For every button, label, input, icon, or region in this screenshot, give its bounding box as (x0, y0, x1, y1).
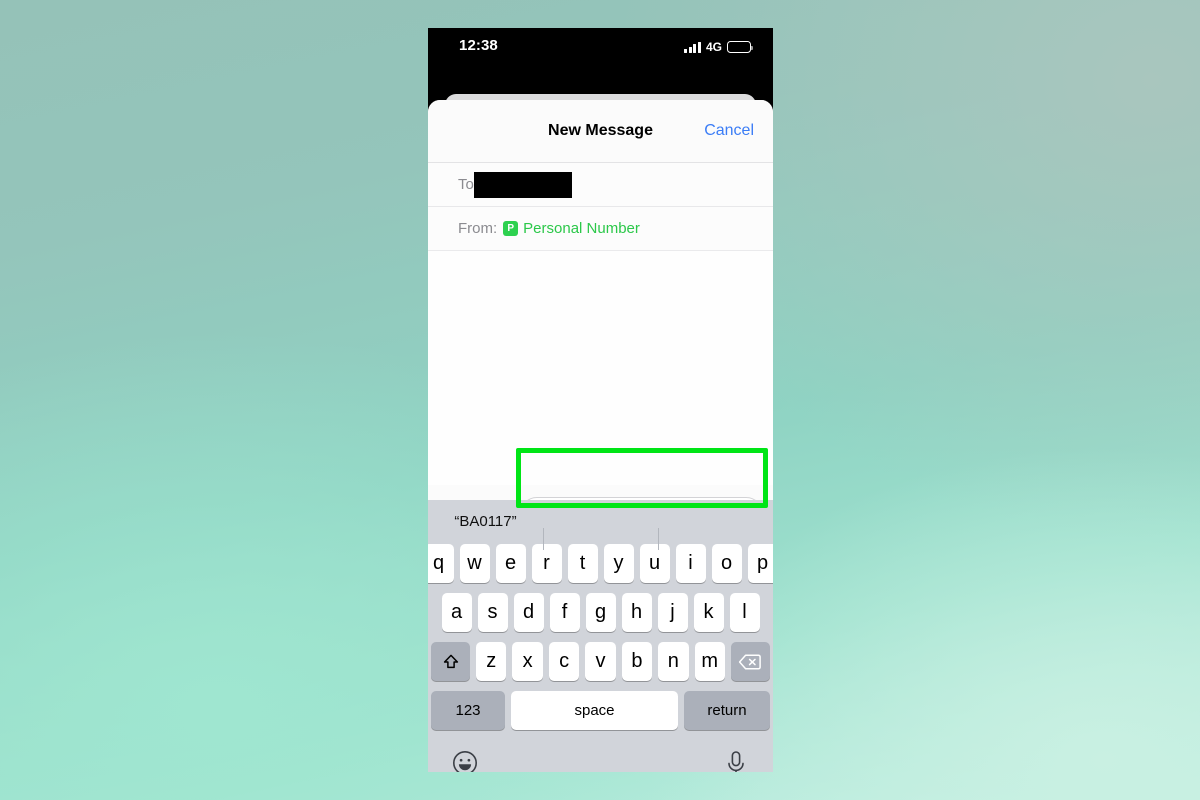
shift-arrow-up-icon (443, 654, 458, 668)
keyboard-row-4: 123 space return (428, 691, 773, 730)
keyboard-row-3: z x c v b n m (428, 642, 773, 681)
key-n[interactable]: n (658, 642, 689, 681)
status-bar-indicators: 4G (684, 40, 754, 54)
prediction-slot-1[interactable]: “BA0117” (428, 513, 543, 530)
key-z[interactable]: z (476, 642, 507, 681)
key-u[interactable]: u (639, 544, 670, 583)
from-field-label: From: (458, 220, 498, 237)
on-screen-keyboard: “BA0117” q w e r t y u i o p a s d f g h… (428, 500, 773, 772)
key-h[interactable]: h (621, 593, 652, 632)
key-e[interactable]: e (495, 544, 526, 583)
key-l[interactable]: l (729, 593, 760, 632)
space-key[interactable]: space (511, 691, 678, 730)
shift-key[interactable] (431, 642, 471, 681)
sheet-navigation-bar: New Message Cancel (428, 100, 773, 162)
key-a[interactable]: a (441, 593, 472, 632)
key-w[interactable]: w (459, 544, 490, 583)
key-v[interactable]: v (585, 642, 616, 681)
key-k[interactable]: k (693, 593, 724, 632)
key-j[interactable]: j (657, 593, 688, 632)
key-y[interactable]: y (603, 544, 634, 583)
signal-bars-icon (684, 41, 701, 53)
key-r[interactable]: r (531, 544, 562, 583)
key-t[interactable]: t (567, 544, 598, 583)
key-s[interactable]: s (477, 593, 508, 632)
key-o[interactable]: o (711, 544, 742, 583)
key-c[interactable]: c (548, 642, 580, 681)
new-message-sheet: New Message Cancel To From: P Personal N… (428, 100, 773, 772)
status-bar: 12:38 4G (428, 28, 773, 72)
key-f[interactable]: f (549, 593, 580, 632)
to-field-label: To (458, 176, 474, 193)
backspace-key[interactable] (730, 642, 770, 681)
from-field-row[interactable]: From: P Personal Number (428, 206, 773, 250)
predictive-text-bar: “BA0117” (428, 500, 773, 550)
iphone-device-frame: 12:38 4G New Message Cancel To From: P P… (428, 28, 773, 772)
keyboard-row-2: a s d f g h j k l (428, 593, 773, 632)
emoji-smiley-icon[interactable] (452, 750, 478, 772)
key-x[interactable]: x (512, 642, 543, 681)
key-p[interactable]: p (747, 544, 773, 583)
keyboard-footer (428, 740, 773, 772)
key-g[interactable]: g (585, 593, 616, 632)
to-field-redaction-box (473, 171, 572, 198)
numeric-key[interactable]: 123 (431, 691, 505, 730)
backspace-icon (739, 653, 762, 670)
battery-icon (727, 41, 754, 53)
cancel-button[interactable]: Cancel (704, 122, 754, 140)
network-type-label: 4G (705, 40, 722, 54)
page-backdrop: 12:38 4G New Message Cancel To From: P P… (0, 0, 1200, 800)
from-field-value: Personal Number (523, 220, 640, 237)
key-i[interactable]: i (675, 544, 706, 583)
return-key[interactable]: return (684, 691, 770, 730)
key-b[interactable]: b (621, 642, 653, 681)
key-m[interactable]: m (694, 642, 725, 681)
keyboard-row-1: q w e r t y u i o p (428, 542, 773, 583)
status-bar-time: 12:38 (459, 37, 498, 54)
microphone-icon[interactable] (725, 750, 747, 772)
key-d[interactable]: d (513, 593, 544, 632)
personal-number-badge-icon: P (503, 221, 519, 236)
conversation-area (428, 250, 773, 485)
to-field-row[interactable]: To (428, 162, 773, 206)
key-q[interactable]: q (428, 544, 454, 583)
